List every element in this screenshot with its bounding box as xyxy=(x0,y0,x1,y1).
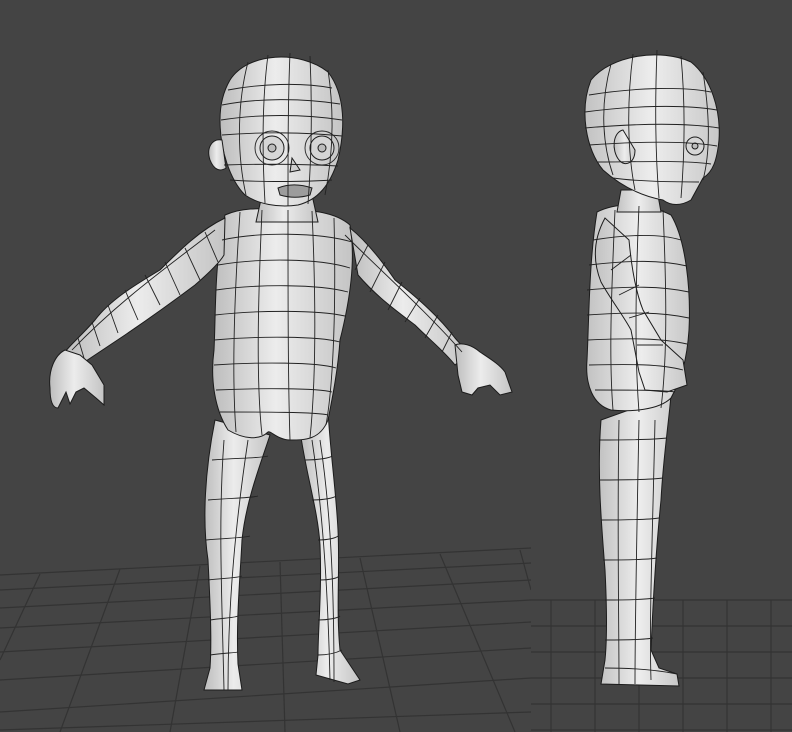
front-view-canvas[interactable] xyxy=(0,0,531,732)
left-arm xyxy=(64,217,226,366)
viewport-front[interactable] xyxy=(0,0,531,732)
torso xyxy=(212,208,353,441)
left-leg xyxy=(203,419,271,691)
ground-grid xyxy=(0,547,531,732)
ground-grid xyxy=(531,599,792,732)
right-leg xyxy=(299,409,361,685)
left-hand xyxy=(49,349,105,409)
leg-side xyxy=(598,394,680,687)
right-hand xyxy=(454,343,513,396)
side-view-canvas[interactable] xyxy=(531,0,792,732)
viewport-side[interactable] xyxy=(531,0,792,732)
head-side xyxy=(584,54,720,205)
mouth xyxy=(277,184,313,198)
viewport-area xyxy=(0,0,792,732)
character-mesh-side[interactable] xyxy=(584,54,720,687)
